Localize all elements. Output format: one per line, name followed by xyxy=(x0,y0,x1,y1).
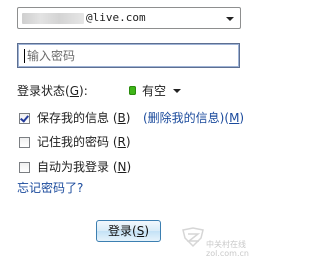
chevron-down-icon[interactable] xyxy=(226,17,234,21)
status-chevron-down-icon[interactable] xyxy=(173,89,181,93)
status-online-icon xyxy=(129,86,136,95)
account-email: @live.com xyxy=(86,11,146,24)
auto-login-label[interactable]: 自动为我登录 (N) xyxy=(37,160,131,174)
remember-password-label[interactable]: 记住我的密码 (R) xyxy=(37,135,131,149)
zol-logo-icon xyxy=(182,227,204,248)
save-info-label[interactable]: 保存我的信息 (B) xyxy=(37,111,130,125)
login-button[interactable]: 登录(S) xyxy=(96,220,161,242)
password-field[interactable]: 输入密码 xyxy=(17,43,240,68)
account-combobox[interactable]: @live.com xyxy=(17,7,241,29)
save-info-checkbox[interactable] xyxy=(19,113,30,124)
password-placeholder: 输入密码 xyxy=(27,49,76,63)
status-value[interactable]: 有空 xyxy=(142,84,166,98)
forgot-password-link[interactable]: 忘记密码了? xyxy=(17,181,83,195)
watermark: 中关村在线 zol.com.cn xyxy=(206,240,249,258)
watermark-line2: zol.com.cn xyxy=(206,249,249,258)
status-label: 登录状态(G): xyxy=(17,84,88,98)
remember-password-checkbox[interactable] xyxy=(19,137,30,148)
watermark-line1: 中关村在线 xyxy=(206,240,246,249)
text-caret xyxy=(24,49,25,63)
auto-login-checkbox[interactable] xyxy=(19,162,30,173)
redacted-username xyxy=(22,13,84,24)
delete-info-link[interactable]: (删除我的信息)(M) xyxy=(143,111,244,125)
login-panel: @live.com 输入密码 登录状态(G): 有空 保存我的信息 (B) (删… xyxy=(0,0,263,262)
